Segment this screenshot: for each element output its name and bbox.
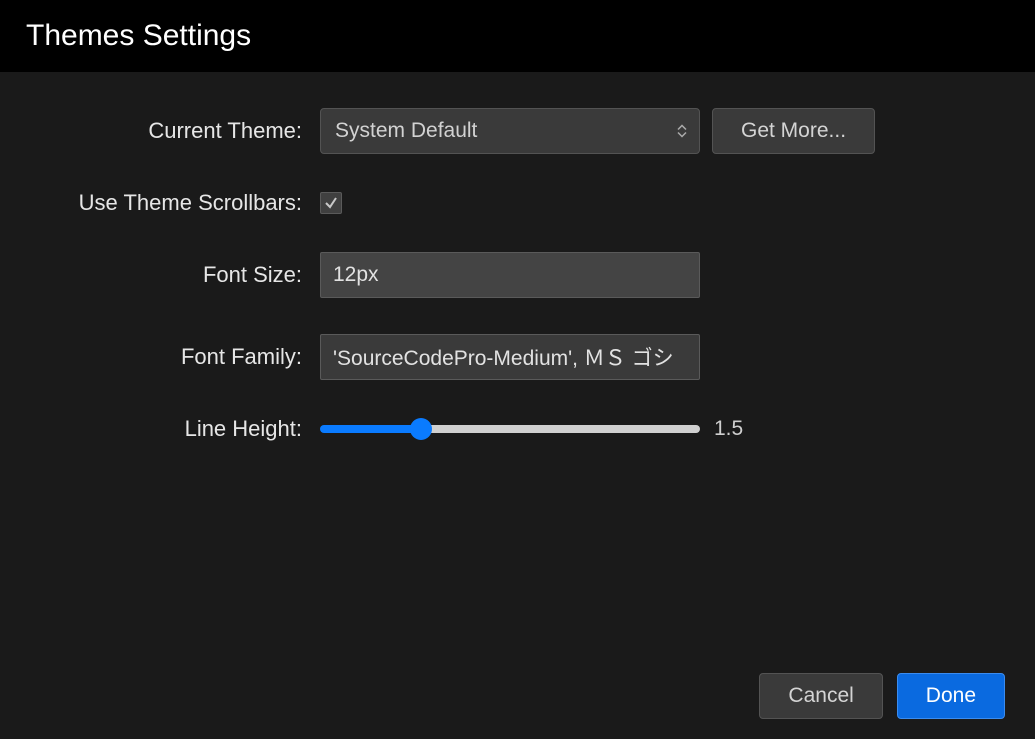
font-family-input[interactable] <box>320 334 700 380</box>
line-height-value: 1.5 <box>714 417 743 441</box>
label-current-theme: Current Theme: <box>30 118 320 144</box>
label-line-height: Line Height: <box>30 416 320 442</box>
dialog-title: Themes Settings <box>26 19 251 53</box>
label-font-size: Font Size: <box>30 262 320 288</box>
row-line-height: Line Height: 1.5 <box>30 416 1005 442</box>
use-theme-scrollbars-checkbox[interactable] <box>320 192 342 214</box>
checkmark-icon <box>324 196 338 210</box>
font-size-input[interactable] <box>320 252 700 298</box>
done-button[interactable]: Done <box>897 673 1005 719</box>
row-use-theme-scrollbars: Use Theme Scrollbars: <box>30 190 1005 216</box>
label-use-theme-scrollbars: Use Theme Scrollbars: <box>30 190 320 216</box>
current-theme-select[interactable]: System Default <box>320 108 700 154</box>
get-more-button[interactable]: Get More... <box>712 108 875 154</box>
row-font-size: Font Size: <box>30 252 1005 298</box>
label-font-family: Font Family: <box>30 344 320 370</box>
settings-form: Current Theme: System Default Get More..… <box>0 72 1035 442</box>
row-font-family: Font Family: <box>30 334 1005 380</box>
line-height-slider[interactable] <box>320 425 700 433</box>
current-theme-value: System Default <box>335 119 477 143</box>
row-current-theme: Current Theme: System Default Get More..… <box>30 108 1005 154</box>
select-updown-icon <box>677 125 687 138</box>
cancel-button[interactable]: Cancel <box>759 673 882 719</box>
dialog-footer: Cancel Done <box>759 673 1005 719</box>
titlebar: Themes Settings <box>0 0 1035 72</box>
